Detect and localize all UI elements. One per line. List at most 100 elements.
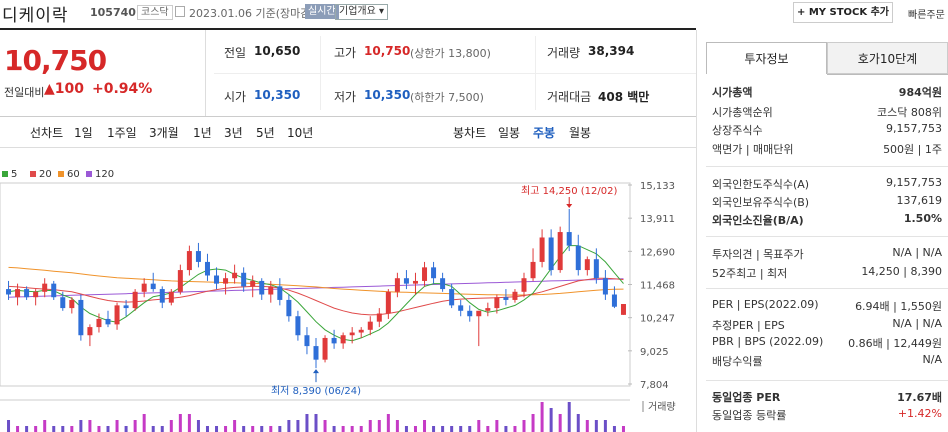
volume-bar [115, 420, 119, 432]
invest-row-label: 추정PER | EPS [712, 319, 785, 332]
volume-bar [260, 426, 264, 432]
candle-body [620, 304, 626, 315]
company-overview-dropdown[interactable]: 기업개요 ▾ [335, 4, 389, 20]
header-divider [0, 28, 696, 30]
realtime-button[interactable]: 실시간 [305, 4, 339, 19]
period-tab[interactable]: 1년 [193, 124, 212, 141]
period-tab[interactable]: 5년 [256, 124, 275, 141]
volume-bar [79, 420, 83, 432]
candle-body [449, 289, 455, 306]
volume-bar [151, 426, 155, 432]
price-change-percent: +0.94% [92, 81, 153, 97]
volume-bar [242, 426, 246, 432]
candle-chart-label: 봉차트 [453, 126, 487, 140]
volume-bar [7, 420, 11, 432]
candle-body [159, 289, 165, 303]
amount-value: 408 백만 [598, 90, 650, 104]
candle-body [476, 310, 482, 317]
volume-bar [251, 426, 255, 432]
candle-body [204, 261, 210, 276]
divider [205, 30, 206, 116]
candle-body [530, 261, 536, 279]
stock-name: 디케이락 [2, 6, 69, 26]
volume-bar [432, 426, 436, 432]
invest-divider [706, 166, 948, 167]
add-mystock-button[interactable]: + MY STOCK 추가 [793, 2, 893, 23]
high-arrow-icon [566, 203, 573, 208]
candle-body [250, 280, 256, 287]
volume-bar [88, 420, 92, 432]
calendar-icon [175, 6, 185, 17]
invest-row-value: +1.42% [897, 407, 942, 420]
volume-bar [34, 426, 38, 432]
tab-underline [706, 74, 827, 75]
volume-bar [332, 426, 336, 432]
candle-body [223, 278, 229, 284]
low-label: 저가 [334, 90, 357, 104]
invest-row-value: 9,157,753 [886, 176, 942, 189]
up-arrow-icon: ▲ [44, 81, 55, 97]
candle-body [512, 291, 518, 300]
candle-body [322, 337, 328, 360]
invest-row-label: PER | EPS(2022.09) [712, 298, 819, 311]
legend-swatch [30, 171, 36, 177]
invest-row-label: 투자의견 | 목표주가 [712, 248, 804, 261]
legend-label: 60 [67, 169, 80, 180]
candle-body [105, 318, 111, 325]
volume-bar [359, 426, 363, 432]
invest-row-label: 시가총액 [712, 86, 753, 99]
invest-divider [706, 380, 948, 381]
summary-col-divider [535, 36, 536, 110]
candle-body [295, 316, 301, 336]
invest-row-value: 500원 | 1주 [883, 143, 942, 156]
volume-bar [513, 426, 517, 432]
divider [0, 116, 696, 117]
candle-tab-daily[interactable]: 일봉 [498, 124, 520, 141]
candle-body [358, 329, 364, 333]
tab-order-book[interactable]: 호가10단계 [827, 42, 948, 74]
period-tab[interactable]: 1주일 [107, 124, 137, 141]
high-value: 10,750 [364, 44, 411, 58]
volume-bar [205, 426, 209, 432]
invest-row-value: 1.50% [903, 212, 942, 225]
candle-tab-monthly[interactable]: 월봉 [569, 124, 591, 141]
volume-bar [567, 402, 571, 432]
volume-bar [377, 420, 381, 432]
invest-row: 52주최고 | 최저 14,250 | 8,390 [712, 265, 942, 283]
volume-bar [16, 426, 20, 432]
candle-body [593, 259, 599, 279]
legend-swatch [58, 171, 64, 177]
period-tab[interactable]: 3개월 [149, 124, 179, 141]
legend-swatch [86, 171, 92, 177]
quick-order-link[interactable]: 빠른주문 [908, 6, 945, 21]
volume-bar [468, 426, 472, 432]
low-arrow-icon [313, 369, 319, 374]
candle-body [584, 259, 590, 271]
invest-row-label: 외국인한도주식수(A) [712, 178, 810, 191]
volume-bar [522, 420, 526, 432]
invest-row: 배당수익률 N/A [712, 353, 942, 371]
invest-row-value: 6.94배 | 1,550원 [855, 300, 942, 313]
candle-body [60, 297, 66, 309]
candle-body [132, 291, 138, 309]
volume-bar [269, 426, 273, 432]
period-tab[interactable]: 1일 [74, 124, 93, 141]
invest-row-label: 외국인보유주식수(B) [712, 196, 810, 209]
period-tab[interactable]: 10년 [287, 124, 313, 141]
volume-bar [43, 420, 47, 432]
candle-body [232, 272, 238, 279]
candle-body [96, 318, 102, 328]
line-chart-label: 선차트 [30, 126, 64, 140]
period-tab[interactable]: 3년 [224, 124, 243, 141]
stock-chart[interactable]: 5 20 60 120 15,133 13,911 12,690 11,468 10,247 9,… [0, 160, 696, 432]
tab-invest-info[interactable]: 투자정보 [706, 42, 827, 74]
candle-body [195, 251, 201, 262]
candle-body [268, 286, 274, 295]
candle-body [494, 297, 500, 309]
volume-bar [576, 414, 580, 432]
volume-bar [459, 426, 463, 432]
candle-tab-weekly[interactable]: 주봉 [533, 124, 555, 141]
ma20-line [8, 277, 624, 316]
candle-body [42, 283, 48, 292]
y-tick-label: 15,133 [640, 181, 675, 192]
